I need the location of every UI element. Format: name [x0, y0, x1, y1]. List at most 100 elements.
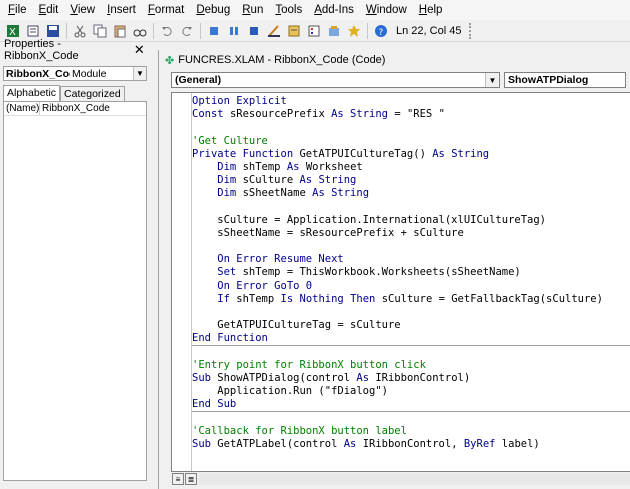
horizontal-scrollbar[interactable] — [199, 473, 630, 485]
procedure-combo[interactable]: ShowATPDialog — [504, 72, 626, 88]
paste-icon[interactable] — [111, 22, 129, 40]
find-icon[interactable] — [131, 22, 149, 40]
code-line[interactable]: 'Entry point for RibbonX button click — [192, 359, 630, 372]
design-mode-icon[interactable] — [265, 22, 283, 40]
properties-grid: (Name) RibbonX_Code — [3, 101, 147, 481]
code-window: ✤ FUNCRES.XLAM - RibbonX_Code (Code) (Ge… — [158, 50, 630, 489]
code-keyword: Dim — [192, 160, 243, 173]
menu-item-format[interactable]: Format — [142, 0, 190, 20]
menu-item-tools[interactable]: Tools — [269, 0, 308, 20]
object-combo[interactable]: (General) ▼ — [171, 72, 500, 88]
code-line[interactable]: On Error Resume Next — [192, 253, 630, 266]
menu-item-edit[interactable]: Edit — [33, 0, 65, 20]
close-icon[interactable]: ✕ — [133, 43, 146, 57]
property-value[interactable]: RibbonX_Code — [40, 102, 146, 115]
code-line[interactable]: sCulture = Application.International(xlU… — [192, 214, 630, 227]
toolbar-separator — [200, 22, 201, 39]
code-line[interactable]: Const sResourcePrefix As String = "RES " — [192, 108, 630, 121]
menu-item-window[interactable]: Window — [360, 0, 413, 20]
code-line[interactable]: Sub GetATPLabel(control As IRibbonContro… — [192, 438, 630, 451]
code-lines[interactable]: Option Explicit Const sResourcePrefix As … — [192, 95, 630, 451]
menu-item-run[interactable]: Run — [236, 0, 269, 20]
code-line[interactable]: Private Function GetATPUICultureTag() As… — [192, 148, 630, 161]
menu-item-view[interactable]: View — [64, 0, 101, 20]
code-keyword: Const — [192, 108, 230, 121]
object-selector[interactable]: RibbonX_Cod Module ▼ — [3, 66, 147, 81]
save-icon[interactable] — [44, 22, 62, 40]
code-line[interactable]: Sub ShowATPDialog(control As IRibbonCont… — [192, 372, 630, 385]
code-text: sSheetName — [242, 187, 313, 200]
code-keyword: As — [343, 437, 363, 450]
undo-icon[interactable] — [158, 22, 176, 40]
code-line[interactable]: End Sub — [192, 398, 630, 412]
code-line[interactable] — [192, 412, 630, 425]
run-icon[interactable] — [205, 22, 223, 40]
code-line[interactable] — [192, 240, 630, 253]
toolbar-separator — [66, 22, 67, 39]
code-line[interactable]: Dim shTemp As Worksheet — [192, 161, 630, 174]
code-line[interactable]: 'Callback for RibbonX button label — [192, 425, 630, 438]
menu-item-addins[interactable]: Add-Ins — [308, 0, 360, 20]
procedure-combo-value: ShowATPDialog — [508, 74, 589, 86]
object-combo-value: (General) — [175, 74, 222, 86]
menu-item-help[interactable]: Help — [413, 0, 449, 20]
insert-icon[interactable] — [24, 22, 42, 40]
help-icon[interactable]: ? — [372, 22, 390, 40]
code-text: ShowATPDialog(control — [217, 371, 357, 384]
code-text: GetATPLabel(control — [217, 437, 344, 450]
code-line[interactable]: Dim sSheetName As String — [192, 187, 630, 200]
code-line[interactable] — [192, 346, 630, 359]
code-text: = "RES " — [388, 108, 445, 121]
code-text: GetATPUICultureTag = sCulture — [192, 319, 401, 332]
tab-categorized[interactable]: Categorized — [60, 86, 125, 101]
code-line[interactable] — [192, 306, 630, 319]
cut-icon[interactable] — [71, 22, 89, 40]
code-line[interactable]: Option Explicit — [192, 95, 630, 108]
code-keyword: As — [286, 160, 306, 173]
code-keyword: As String — [312, 187, 370, 200]
property-row-name[interactable]: (Name) RibbonX_Code — [4, 102, 146, 116]
code-editor[interactable]: Option Explicit Const sResourcePrefix As … — [171, 92, 630, 472]
chevron-down-icon[interactable]: ▼ — [133, 67, 146, 80]
code-comment: 'Callback for RibbonX button label — [192, 424, 407, 437]
code-line[interactable]: Application.Run ("fDialog") — [192, 385, 630, 398]
code-line[interactable]: If shTemp Is Nothing Then sCulture = Get… — [192, 293, 630, 306]
chevron-down-icon[interactable]: ▼ — [485, 73, 499, 87]
menu-item-debug[interactable]: Debug — [190, 0, 236, 20]
code-line[interactable]: 'Get Culture — [192, 135, 630, 148]
toolbar-grip[interactable] — [469, 22, 473, 39]
code-line[interactable]: sSheetName = sResourcePrefix + sCulture — [192, 227, 630, 240]
full-module-view-icon[interactable]: ≣ — [185, 473, 197, 485]
excel-icon[interactable]: X — [4, 22, 22, 40]
break-icon[interactable] — [225, 22, 243, 40]
code-text: Worksheet — [305, 160, 363, 173]
code-keyword: Option Explicit — [192, 95, 287, 107]
project-explorer-icon[interactable] — [285, 22, 303, 40]
reset-icon[interactable] — [245, 22, 263, 40]
object-browser-icon[interactable] — [325, 22, 343, 40]
redo-icon[interactable] — [178, 22, 196, 40]
copy-icon[interactable] — [91, 22, 109, 40]
code-keyword: ByRef — [463, 437, 502, 450]
tab-alphabetic[interactable]: Alphabetic — [3, 85, 61, 101]
code-keyword: As String — [299, 174, 357, 187]
code-comment: 'Entry point for RibbonX button click — [192, 358, 426, 371]
code-line[interactable]: Dim sCulture As String — [192, 174, 630, 187]
procedure-view-icon[interactable]: ≡ — [172, 473, 184, 485]
properties-icon[interactable] — [305, 22, 323, 40]
code-text: sResourcePrefix — [229, 108, 332, 121]
code-keyword: Is Nothing Then — [280, 292, 382, 305]
properties-title-bar: Properties - RibbonX_Code ✕ — [0, 38, 150, 62]
menu-item-insert[interactable]: Insert — [101, 0, 142, 20]
properties-title: Properties - RibbonX_Code — [4, 38, 79, 62]
indicator-margin[interactable] — [172, 93, 192, 471]
code-keyword: End Sub — [192, 398, 237, 411]
code-line[interactable]: Set shTemp = ThisWorkbook.Worksheets(sSh… — [192, 266, 630, 279]
code-line[interactable]: On Error GoTo 0 — [192, 280, 630, 293]
menu-item-file[interactable]: File — [2, 0, 33, 20]
code-line[interactable] — [192, 121, 630, 134]
code-line[interactable]: End Function — [192, 332, 630, 346]
code-line[interactable] — [192, 201, 630, 214]
toolbox-icon[interactable] — [345, 22, 363, 40]
code-line[interactable]: GetATPUICultureTag = sCulture — [192, 319, 630, 332]
